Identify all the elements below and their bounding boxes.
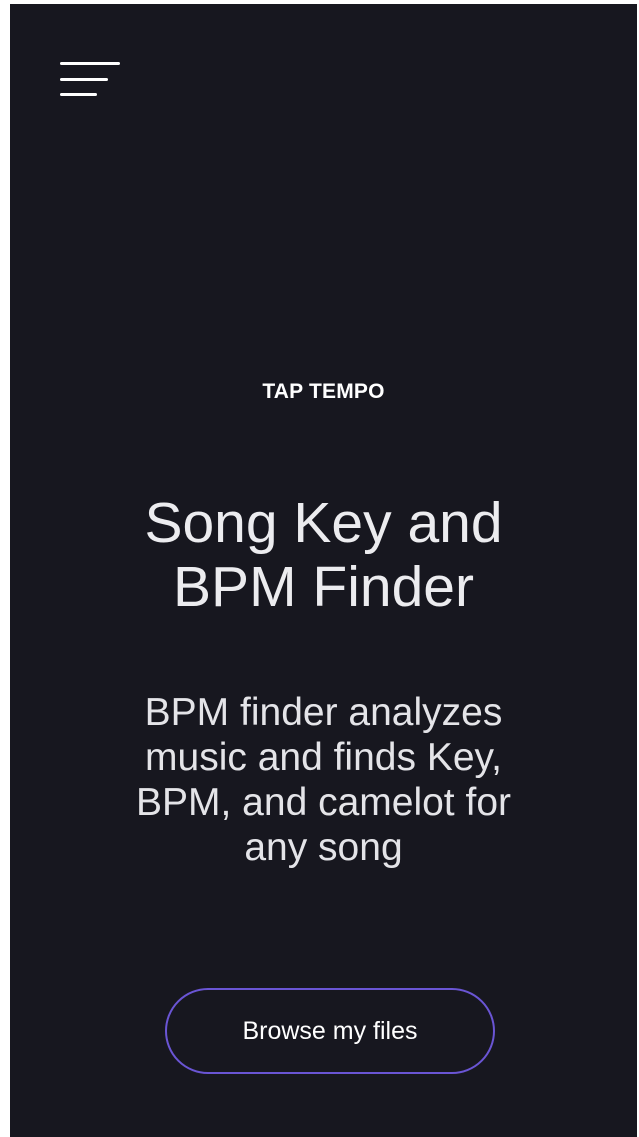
tap-tempo-label: TAP TEMPO [262, 380, 385, 403]
subtitle-line: music and finds Key, [145, 736, 502, 779]
subtitle-line: BPM finder analyzes [144, 691, 503, 734]
title-line: BPM Finder [173, 555, 474, 619]
title-line: Song Key and [144, 491, 503, 555]
app-screen: TAP TEMPO Song Key and BPM Finder BPM fi… [10, 4, 637, 1137]
subtitle-line: any song [244, 826, 403, 869]
menu-button[interactable] [54, 56, 124, 114]
page-subtitle: BPM finder analyzes music and finds Key,… [70, 690, 577, 870]
browse-files-label: Browse my files [242, 1016, 418, 1045]
subtitle-line: BPM, and camelot for [136, 781, 511, 824]
page-title: Song Key and BPM Finder [50, 491, 597, 619]
browse-files-button[interactable]: Browse my files [165, 988, 495, 1074]
